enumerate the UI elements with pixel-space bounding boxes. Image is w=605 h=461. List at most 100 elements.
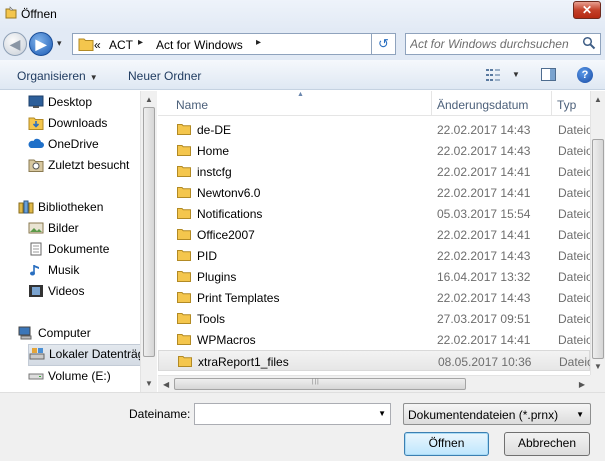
file-row[interactable]: xtraReport1_files 08.05.2017 10:36 Dateio: [158, 350, 594, 371]
column-name[interactable]: Name: [176, 98, 208, 112]
nav-item-libraries[interactable]: Bibliotheken: [18, 198, 140, 218]
nav-item-label: Zuletzt besucht: [48, 158, 130, 172]
view-options-dropdown[interactable]: ▼: [512, 70, 520, 79]
refresh-button[interactable]: ↺: [372, 33, 396, 55]
downloads-folder-icon: [28, 116, 44, 130]
file-row[interactable]: Tools 27.03.2017 09:51 Dateio: [158, 308, 593, 329]
breadcrumb-act-for-windows[interactable]: Act for Windows: [156, 38, 243, 52]
desktop-icon: [28, 95, 44, 109]
column-divider[interactable]: [431, 91, 432, 116]
scroll-down-icon[interactable]: ▼: [145, 379, 153, 388]
open-button[interactable]: Öffnen: [404, 432, 489, 456]
breadcrumb-overflow[interactable]: «: [94, 38, 101, 52]
back-button[interactable]: ◀: [3, 32, 27, 56]
filetype-select[interactable]: Dokumentendateien (*.prnx) ▼: [403, 403, 591, 425]
scroll-left-icon[interactable]: ◀: [163, 380, 169, 389]
forward-button[interactable]: ▶: [29, 32, 53, 56]
cancel-button[interactable]: Abbrechen: [504, 432, 590, 456]
scrollbar-thumb[interactable]: [592, 139, 604, 359]
file-name: xtraReport1_files: [198, 355, 289, 369]
search-icon[interactable]: [582, 36, 596, 50]
breadcrumb-act[interactable]: ACT: [109, 38, 133, 52]
file-row[interactable]: WPMacros 22.02.2017 14:41 Dateio: [158, 329, 593, 350]
scrollbar-corner: [590, 375, 605, 392]
file-type: Dateio: [558, 144, 593, 158]
column-type[interactable]: Typ: [557, 98, 576, 112]
folder-icon: [177, 123, 191, 135]
file-list-horizontal-scrollbar[interactable]: ◀ ||| ▶: [158, 375, 590, 392]
nav-item-recent[interactable]: Zuletzt besucht: [28, 156, 140, 176]
preview-pane-icon[interactable]: [541, 68, 556, 81]
nav-item-computer[interactable]: Computer: [18, 324, 140, 344]
chevron-down-icon: ▼: [576, 410, 584, 419]
folder-icon: [177, 186, 191, 198]
scroll-up-icon[interactable]: ▲: [145, 95, 153, 104]
nav-item-label: Volume (E:): [48, 369, 111, 383]
file-type: Dateio: [558, 123, 593, 137]
command-toolbar: Organisieren ▼ Neuer Ordner ▼ ?: [0, 60, 605, 90]
chevron-down-icon: ▼: [89, 73, 98, 82]
close-button[interactable]: ✕: [573, 1, 601, 19]
recent-locations-dropdown[interactable]: ▾: [57, 38, 62, 49]
scroll-down-icon[interactable]: ▼: [594, 362, 602, 371]
breadcrumb-separator-icon[interactable]: ▸: [138, 37, 143, 48]
file-type: Dateio: [558, 291, 593, 305]
nav-pane-scrollbar[interactable]: ▲ ▼: [140, 91, 157, 392]
pictures-icon: [28, 221, 44, 235]
filename-label: Dateiname:: [129, 407, 191, 421]
scroll-right-icon[interactable]: ▶: [579, 380, 585, 389]
nav-item-pictures[interactable]: Bilder: [28, 219, 140, 239]
file-row[interactable]: Notifications 05.03.2017 15:54 Dateio: [158, 203, 593, 224]
videos-icon: [28, 284, 44, 298]
file-type: Dateio: [559, 355, 594, 369]
file-row[interactable]: Plugins 16.04.2017 13:32 Dateio: [158, 266, 593, 287]
file-name: Home: [197, 144, 230, 158]
scrollbar-thumb[interactable]: [174, 378, 466, 390]
help-icon[interactable]: ?: [577, 67, 593, 83]
file-row[interactable]: Office2007 22.02.2017 14:41 Dateio: [158, 224, 593, 245]
file-date-modified: 22.02.2017 14:41: [437, 228, 531, 242]
file-row[interactable]: instcfg 22.02.2017 14:41 Dateio: [158, 161, 593, 182]
onedrive-cloud-icon: [28, 137, 44, 151]
nav-item-music[interactable]: Musik: [28, 261, 140, 281]
change-view-icon[interactable]: [486, 69, 500, 81]
file-date-modified: 22.02.2017 14:43: [437, 144, 531, 158]
breadcrumb-separator-icon[interactable]: ▸: [256, 37, 261, 48]
folder-icon: [177, 270, 191, 282]
search-input[interactable]: [410, 36, 575, 52]
nav-item-local-disk[interactable]: Lokaler Datenträger: [28, 344, 155, 366]
folder-icon: [177, 249, 191, 261]
organize-button[interactable]: Organisieren ▼: [17, 69, 98, 83]
nav-item-downloads[interactable]: Downloads: [28, 114, 140, 134]
file-row[interactable]: Newtonv6.0 22.02.2017 14:41 Dateio: [158, 182, 593, 203]
file-date-modified: 27.03.2017 09:51: [437, 312, 531, 326]
forward-arrow-icon: ▶: [35, 36, 47, 52]
scroll-up-icon[interactable]: ▲: [594, 95, 602, 104]
nav-item-desktop[interactable]: Desktop: [28, 93, 140, 113]
nav-item-label: Downloads: [48, 116, 108, 130]
file-row[interactable]: Home 22.02.2017 14:43 Dateio: [158, 140, 593, 161]
nav-item-documents[interactable]: Dokumente: [28, 240, 140, 260]
file-list-scrollbar[interactable]: ▲ ▼: [590, 91, 605, 375]
filename-combobox[interactable]: ▼: [194, 403, 391, 425]
column-date-modified[interactable]: Änderungsdatum: [437, 98, 528, 112]
folder-icon: [78, 37, 94, 54]
column-divider[interactable]: [551, 91, 552, 116]
file-row[interactable]: PID 22.02.2017 14:43 Dateio: [158, 245, 593, 266]
file-row[interactable]: de-DE 22.02.2017 14:43 Dateio: [158, 119, 593, 140]
search-box[interactable]: [405, 33, 601, 55]
address-bar[interactable]: « ACT ▸ Act for Windows ▸: [72, 33, 372, 55]
filename-input[interactable]: [198, 406, 368, 422]
chevron-down-icon[interactable]: ▼: [378, 409, 386, 418]
scrollbar-thumb[interactable]: [143, 107, 155, 357]
new-folder-button[interactable]: Neuer Ordner: [128, 69, 201, 83]
nav-item-label: Bilder: [48, 221, 79, 235]
file-date-modified: 22.02.2017 14:41: [437, 333, 531, 347]
nav-item-volume-e[interactable]: Volume (E:): [28, 367, 140, 387]
file-date-modified: 22.02.2017 14:43: [437, 123, 531, 137]
nav-item-videos[interactable]: Videos: [28, 282, 140, 302]
nav-item-onedrive[interactable]: OneDrive: [28, 135, 140, 155]
file-list: ▲ Name Änderungsdatum Typ de-DE 22.02.201…: [158, 91, 605, 392]
file-row[interactable]: Print Templates 22.02.2017 14:43 Dateio: [158, 287, 593, 308]
nav-item-label: Musik: [48, 263, 80, 277]
